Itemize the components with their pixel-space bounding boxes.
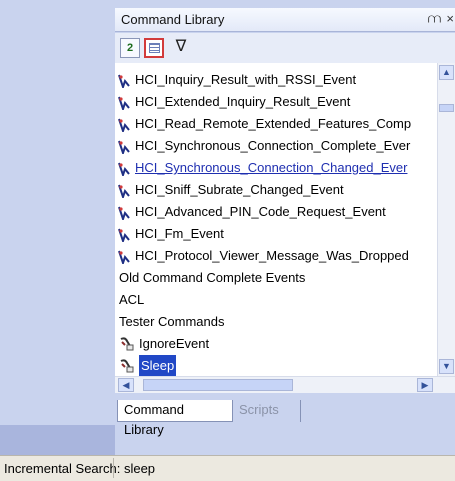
- tree-item[interactable]: HCI_Fm_Event: [115, 223, 437, 245]
- command-library-panel: Command Library ⩋ × 2 ∇ HCI_Inquiry_Resu…: [115, 0, 455, 455]
- tab-scripts[interactable]: Scripts: [233, 400, 301, 422]
- refresh-icon: 2: [126, 42, 134, 54]
- tree-item-label: Old Command Complete Events: [119, 270, 306, 285]
- left-panel-footer: [0, 425, 115, 455]
- event-icon: [118, 73, 130, 91]
- tree-item[interactable]: HCI_Synchronous_Connection_Changed_Ever: [115, 157, 437, 179]
- tree-item-label: ACL: [119, 292, 145, 307]
- tree-item[interactable]: HCI_Protocol_Viewer_Message_Was_Dropped: [115, 245, 437, 267]
- tree-item-label: IgnoreEvent: [139, 336, 210, 351]
- event-icon: [118, 205, 130, 223]
- vertical-scrollbar[interactable]: ▲ ▼: [437, 63, 455, 376]
- list-view-button[interactable]: [144, 38, 164, 58]
- tree-item[interactable]: HCI_Synchronous_Connection_Complete_Ever: [115, 135, 437, 157]
- list-view-icon: [148, 43, 160, 53]
- tree-item[interactable]: HCI_Sniff_Subrate_Changed_Event: [115, 179, 437, 201]
- event-icon: [118, 139, 130, 157]
- scroll-right-button[interactable]: ▶: [417, 378, 433, 392]
- status-text: Incremental Search: sleep: [4, 461, 156, 476]
- tree-item[interactable]: ACL: [115, 289, 437, 311]
- command-icon: [119, 358, 135, 374]
- tree-item[interactable]: Tester Commands: [115, 311, 437, 333]
- tree-item[interactable]: HCI_Read_Remote_Extended_Features_Comp: [115, 113, 437, 135]
- tree-item-label: HCI_Protocol_Viewer_Message_Was_Dropped: [135, 248, 409, 263]
- command-tree[interactable]: HCI_Inquiry_Result_with_RSSI_Event HCI_Ex…: [115, 63, 455, 393]
- tree-item[interactable]: HCI_Inquiry_Result_with_RSSI_Event: [115, 69, 437, 91]
- scroll-down-button[interactable]: ▼: [439, 359, 454, 374]
- panel-tabbar: Command Library Scripts: [115, 393, 455, 437]
- panel-title: Command Library: [121, 12, 225, 27]
- horizontal-scroll-thumb[interactable]: [143, 379, 293, 391]
- panel-titlebar: Command Library ⩋ ×: [115, 8, 455, 32]
- vertical-scroll-thumb[interactable]: [439, 104, 454, 112]
- tree-item-label: HCI_Inquiry_Result_with_RSSI_Event: [135, 72, 357, 87]
- status-bar: Incremental Search: sleep: [0, 455, 455, 481]
- left-panel: [0, 0, 115, 455]
- filter-button[interactable]: ∇: [171, 36, 191, 56]
- tree-item[interactable]: Old Command Complete Events: [115, 267, 437, 289]
- tree-item-label: HCI_Extended_Inquiry_Result_Event: [135, 94, 351, 109]
- tree-item-label: HCI_Synchronous_Connection_Complete_Ever: [135, 138, 411, 153]
- tree-item-label: HCI_Sniff_Subrate_Changed_Event: [135, 182, 344, 197]
- horizontal-scrollbar[interactable]: ◀ ▶: [115, 376, 455, 393]
- event-icon: [118, 183, 130, 201]
- tree-item-label: Sleep: [139, 355, 177, 377]
- scroll-up-button[interactable]: ▲: [439, 65, 454, 80]
- pin-icon[interactable]: ⩋: [428, 11, 441, 27]
- tree-item-label: HCI_Read_Remote_Extended_Features_Comp: [135, 116, 412, 131]
- filter-icon: ∇: [175, 38, 187, 55]
- scroll-left-button[interactable]: ◀: [118, 378, 134, 392]
- tree-item-label: HCI_Fm_Event: [135, 226, 224, 241]
- event-icon: [118, 117, 130, 135]
- panel-toolbar: 2 ∇: [115, 33, 455, 63]
- tree-item[interactable]: IgnoreEvent: [115, 333, 437, 355]
- command-icon: [119, 336, 135, 352]
- tree-item-label: Tester Commands: [119, 314, 225, 329]
- event-icon: [118, 161, 130, 179]
- close-icon[interactable]: ×: [446, 11, 454, 26]
- event-icon: [118, 95, 130, 113]
- tree-item[interactable]: HCI_Extended_Inquiry_Result_Event: [115, 91, 437, 113]
- event-icon: [118, 249, 130, 267]
- tab-command-library[interactable]: Command Library: [117, 400, 233, 437]
- refresh-button[interactable]: 2: [120, 38, 140, 58]
- tree-item-label: HCI_Synchronous_Connection_Changed_Ever: [135, 160, 408, 175]
- tree-item[interactable]: Sleep: [115, 355, 437, 377]
- event-icon: [118, 227, 130, 245]
- tree-item-label: HCI_Advanced_PIN_Code_Request_Event: [135, 204, 386, 219]
- status-separator: [113, 458, 114, 478]
- tree-item[interactable]: HCI_Advanced_PIN_Code_Request_Event: [115, 201, 437, 223]
